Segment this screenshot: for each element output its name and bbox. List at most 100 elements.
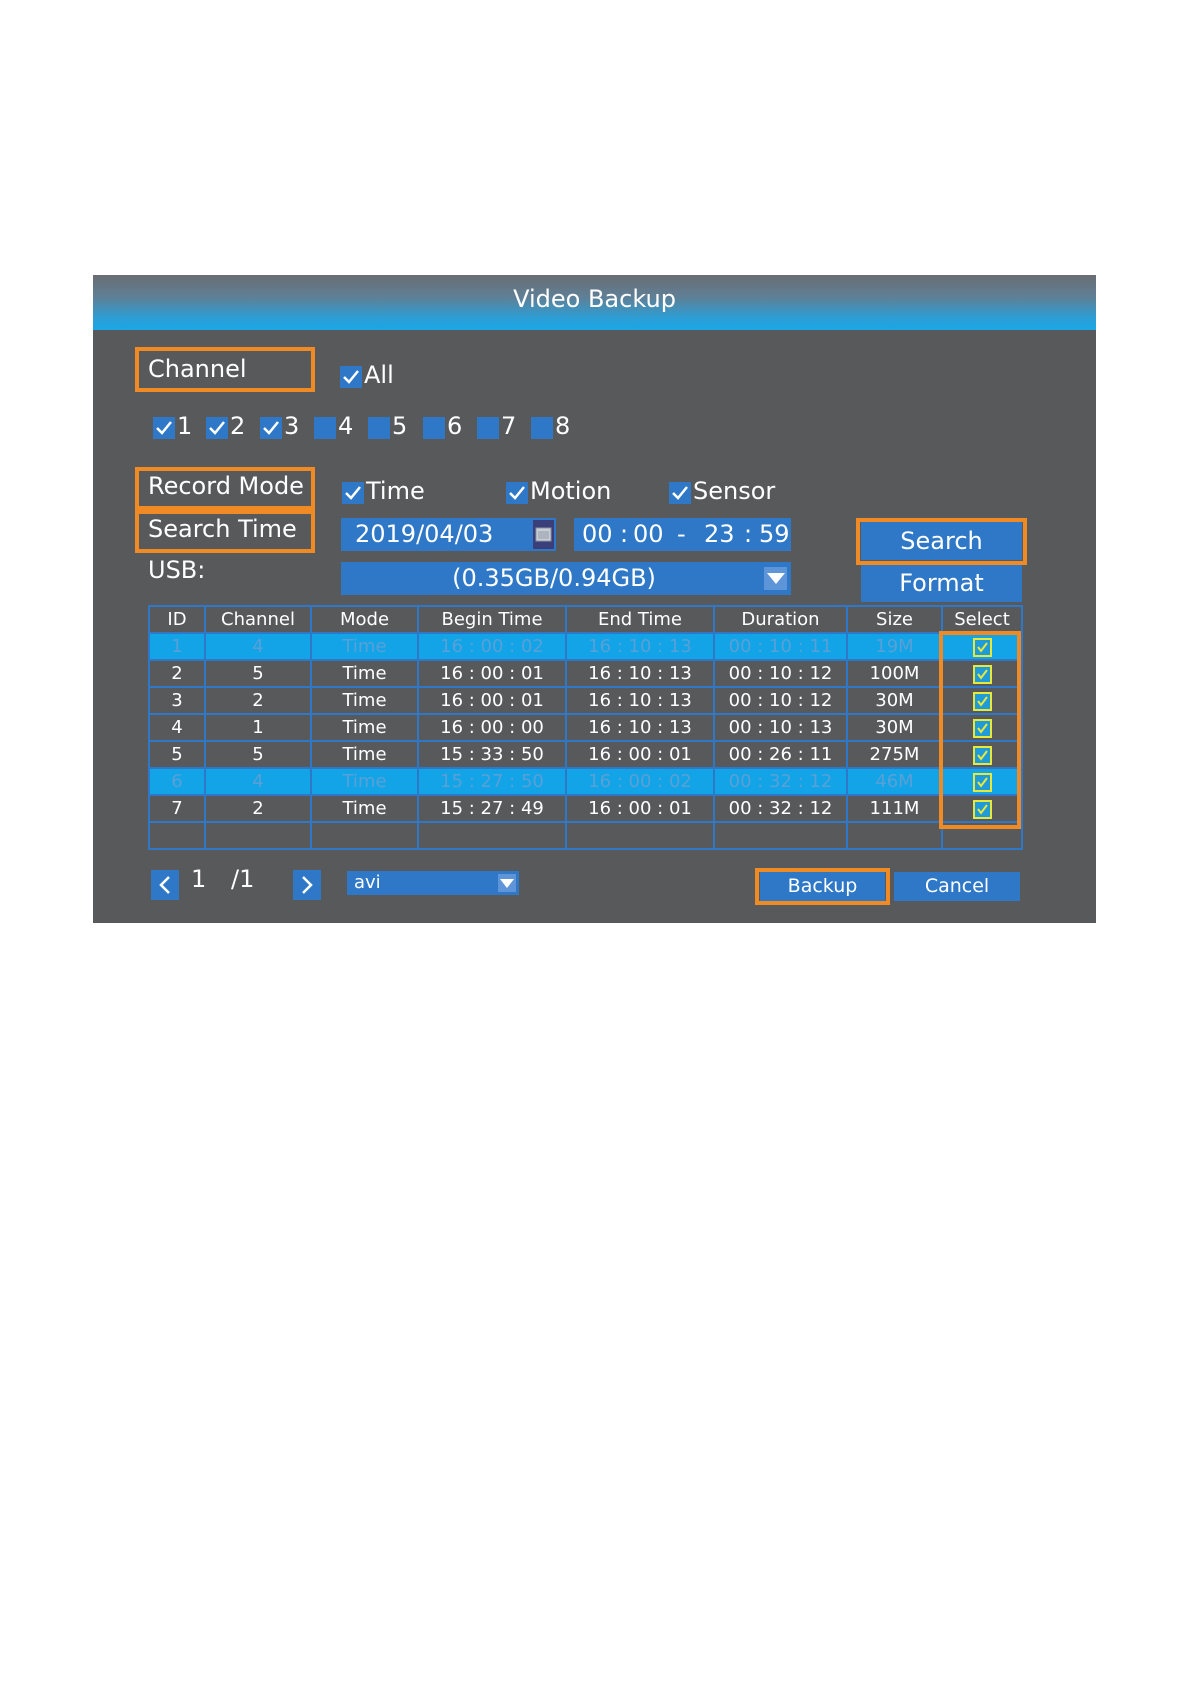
- col-end-time-header[interactable]: End Time: [565, 605, 715, 634]
- usb-label: USB:: [148, 556, 206, 584]
- mode-motion-checkbox[interactable]: [506, 482, 528, 504]
- calendar-button[interactable]: [531, 518, 556, 551]
- empty-cell: [417, 821, 567, 850]
- calendar-icon: [535, 527, 552, 542]
- table-row[interactable]: 4 1 Time 16 : 00 : 00 16 : 10 : 13 00 : 10 : …: [148, 713, 1023, 742]
- table-row[interactable]: 5 5 Time 15 : 33 : 50 16 : 00 : 01 00 : 26 : …: [148, 740, 1023, 769]
- cell-channel: 5: [204, 659, 312, 688]
- select-column-highlight: [939, 631, 1021, 829]
- cell-begin-time: 15 : 27 : 49: [417, 794, 567, 823]
- prev-page-button[interactable]: [151, 870, 179, 900]
- cell-size: 46M: [846, 767, 943, 796]
- table-row-empty: [148, 821, 1023, 850]
- usb-dropdown-button[interactable]: [764, 567, 787, 590]
- cell-size: 111M: [846, 794, 943, 823]
- mode-sensor-checkbox[interactable]: [669, 482, 691, 504]
- channel-2-checkbox[interactable]: [206, 417, 228, 439]
- cell-size: 275M: [846, 740, 943, 769]
- cell-channel: 2: [204, 794, 312, 823]
- table-row[interactable]: 2 5 Time 16 : 00 : 01 16 : 10 : 13 00 : 10 : …: [148, 659, 1023, 688]
- col-size-header[interactable]: Size: [846, 605, 943, 634]
- col-select-header[interactable]: Select: [941, 605, 1023, 634]
- empty-cell: [565, 821, 715, 850]
- col-id-header[interactable]: ID: [148, 605, 206, 634]
- cell-begin-time: 16 : 00 : 00: [417, 713, 567, 742]
- cancel-button[interactable]: Cancel: [894, 872, 1020, 901]
- cell-mode: Time: [310, 767, 419, 796]
- table-row[interactable]: 7 2 Time 15 : 27 : 49 16 : 00 : 01 00 : 32 : …: [148, 794, 1023, 823]
- end-hour: 23: [704, 520, 735, 548]
- current-page: 1: [191, 865, 207, 893]
- cell-mode: Time: [310, 740, 419, 769]
- table-header-row: ID Channel Mode Begin Time End Time Dura…: [148, 605, 1023, 634]
- cell-id: 3: [148, 686, 206, 715]
- mode-time-checkbox[interactable]: [342, 482, 364, 504]
- cell-begin-time: 15 : 33 : 50: [417, 740, 567, 769]
- empty-cell: [148, 821, 206, 850]
- channel-1-label: 1: [177, 412, 193, 440]
- channel-1-checkbox[interactable]: [153, 417, 175, 439]
- video-backup-window: Video Backup Channel All 12345678 Record…: [93, 275, 1096, 923]
- format-dropdown-button[interactable]: [498, 874, 516, 892]
- cell-end-time: 16 : 00 : 02: [565, 767, 715, 796]
- channel-5-checkbox[interactable]: [368, 417, 390, 439]
- usb-select[interactable]: (0.35GB/0.94GB): [341, 562, 791, 595]
- channel-7-checkbox[interactable]: [477, 417, 499, 439]
- end-minute: 59: [759, 520, 790, 548]
- file-format-select[interactable]: avi: [347, 871, 519, 895]
- channel-4-checkbox[interactable]: [314, 417, 336, 439]
- time-range-separator: -: [677, 520, 686, 548]
- format-button[interactable]: Format: [861, 565, 1022, 602]
- next-page-button[interactable]: [293, 870, 321, 900]
- dropdown-arrow-icon: [767, 573, 785, 584]
- col-duration-header[interactable]: Duration: [713, 605, 848, 634]
- chevron-right-icon: [302, 876, 313, 894]
- channel-2-label: 2: [230, 412, 246, 440]
- cell-duration: 00 : 10 : 11: [713, 632, 848, 661]
- search-date-field[interactable]: 2019/04/03: [341, 518, 541, 551]
- title-bar: Video Backup: [93, 275, 1096, 330]
- col-mode-header[interactable]: Mode: [310, 605, 419, 634]
- cell-id: 5: [148, 740, 206, 769]
- channel-6-checkbox[interactable]: [423, 417, 445, 439]
- cell-size: 100M: [846, 659, 943, 688]
- channel-8-checkbox[interactable]: [531, 417, 553, 439]
- file-format-value: avi: [354, 872, 381, 893]
- total-pages: /1: [231, 865, 255, 893]
- cell-end-time: 16 : 10 : 13: [565, 686, 715, 715]
- cell-channel: 2: [204, 686, 312, 715]
- search-button[interactable]: Search: [861, 522, 1022, 560]
- check-icon: [209, 421, 225, 435]
- table-row[interactable]: 6 4 Time 15 : 27 : 50 16 : 00 : 02 00 : 32 : …: [148, 767, 1023, 796]
- channel-7-label: 7: [501, 412, 517, 440]
- table-row[interactable]: 1 4 Time 16 : 00 : 02 16 : 10 : 13 00 : 10 : …: [148, 632, 1023, 661]
- window-title: Video Backup: [513, 285, 676, 313]
- table-row[interactable]: 3 2 Time 16 : 00 : 01 16 : 10 : 13 00 : 10 : …: [148, 686, 1023, 715]
- start-minute: 00: [633, 520, 664, 548]
- col-channel-header[interactable]: Channel: [204, 605, 312, 634]
- cell-end-time: 16 : 00 : 01: [565, 740, 715, 769]
- search-time-range-field[interactable]: 00 : 00 - 23 : 59: [574, 518, 791, 551]
- search-time-label: Search Time: [148, 515, 297, 543]
- cell-end-time: 16 : 10 : 13: [565, 659, 715, 688]
- channel-5-label: 5: [392, 412, 408, 440]
- cell-size: 19M: [846, 632, 943, 661]
- channel-3-checkbox[interactable]: [260, 417, 282, 439]
- cell-duration: 00 : 26 : 11: [713, 740, 848, 769]
- all-channels-checkbox[interactable]: [340, 366, 362, 388]
- channel-label: Channel: [148, 355, 247, 383]
- channel-4-label: 4: [338, 412, 354, 440]
- cell-end-time: 16 : 10 : 13: [565, 713, 715, 742]
- cell-begin-time: 16 : 00 : 01: [417, 686, 567, 715]
- cell-id: 6: [148, 767, 206, 796]
- cell-begin-time: 15 : 27 : 50: [417, 767, 567, 796]
- cell-end-time: 16 : 10 : 13: [565, 632, 715, 661]
- col-begin-time-header[interactable]: Begin Time: [417, 605, 567, 634]
- start-hour: 00: [582, 520, 613, 548]
- chevron-left-icon: [159, 876, 170, 894]
- cell-id: 7: [148, 794, 206, 823]
- empty-cell: [310, 821, 419, 850]
- dropdown-arrow-icon: [500, 879, 514, 888]
- cell-duration: 00 : 32 : 12: [713, 794, 848, 823]
- backup-button[interactable]: Backup: [760, 872, 885, 901]
